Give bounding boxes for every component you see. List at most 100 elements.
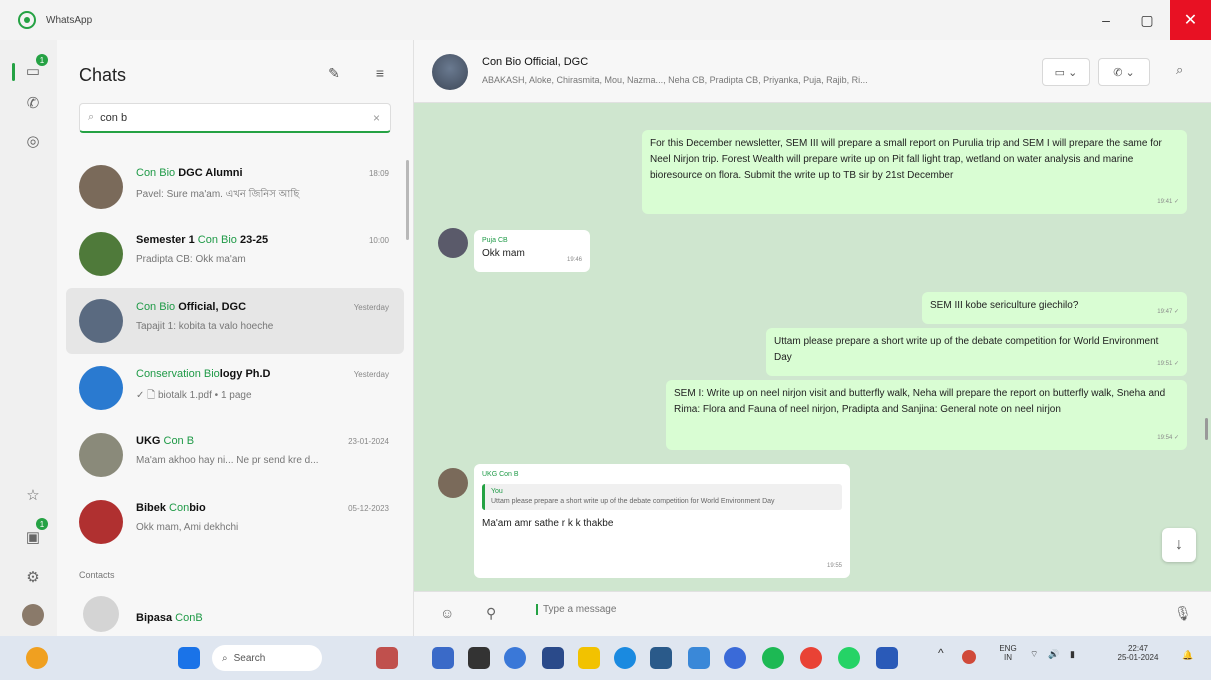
video-call-button[interactable]: ▭ ⌄: [1042, 58, 1090, 86]
message-time: 19:46: [566, 257, 582, 263]
filter-icon[interactable]: ≡: [371, 64, 389, 82]
notification-icon[interactable]: 🔔: [1182, 650, 1193, 661]
volume-icon[interactable]: 🔊: [1048, 649, 1059, 660]
chat-app-icon[interactable]: [504, 647, 526, 669]
avatar: [79, 165, 123, 209]
tray-app-icon[interactable]: [962, 650, 976, 664]
scroll-down-button[interactable]: ↓: [1162, 528, 1196, 562]
quoted-message[interactable]: You Uttam please prepare a short write u…: [482, 484, 842, 510]
chat-item[interactable]: Con Bio DGC Alumni 18:09 Pavel: Sure ma'…: [66, 154, 404, 220]
maximize-button[interactable]: ▢: [1127, 0, 1167, 40]
microphone-icon[interactable]: 🎙: [1174, 605, 1192, 622]
contact-name: Bipasa ConB: [136, 612, 203, 624]
close-button[interactable]: ✕: [1170, 0, 1211, 40]
chat-time: Yesterday: [353, 370, 389, 379]
file-icon[interactable]: [468, 647, 490, 669]
clock[interactable]: 22:47 25-01-2024: [1110, 644, 1166, 662]
calls-icon[interactable]: ✆: [22, 92, 44, 114]
contacts-label: Contacts: [79, 570, 115, 580]
chats-badge: 1: [36, 54, 48, 66]
message-sender: Puja CB: [482, 237, 508, 244]
language-indicator[interactable]: ENG IN: [996, 644, 1020, 662]
message-time: 19:41 ✓: [1157, 199, 1179, 205]
chat-item-selected[interactable]: Con Bio Official, DGC Yesterday Tapajit …: [66, 288, 404, 354]
status-icon[interactable]: ◎: [22, 130, 44, 152]
settings-icon[interactable]: ⚙: [22, 566, 44, 588]
widget-icon[interactable]: [376, 647, 398, 669]
chat-name: Bibek Conbio: [136, 502, 206, 514]
message-time: 19:54 ✓: [1157, 435, 1179, 441]
group-members: ABAKASH, Aloke, Chirasmita, Mou, Nazma..…: [482, 75, 868, 85]
message-input[interactable]: [536, 604, 1136, 615]
chat-preview: Okk mam, Ami dekhchi: [136, 522, 239, 533]
chat-item[interactable]: Bibek Conbio 05-12-2023 Okk mam, Ami dek…: [66, 489, 404, 555]
composer: ☺ ⚲ 🎙: [414, 591, 1211, 636]
group-name[interactable]: Con Bio Official, DGC: [482, 56, 588, 68]
message-text: SEM I: Write up on neel nirjon visit and…: [674, 388, 1166, 415]
starred-icon[interactable]: ☆: [22, 484, 44, 506]
avatar: [79, 433, 123, 477]
message-bubble[interactable]: SEM I: Write up on neel nirjon visit and…: [666, 380, 1187, 450]
chat-list-panel: Chats ✎ ≡ ⌕ × Con Bio DGC Alumni 18:09 P…: [57, 40, 414, 636]
chat-item[interactable]: UKG Con B 23-01-2024 Ma'am akhoo hay ni.…: [66, 422, 404, 488]
word-icon[interactable]: [876, 647, 898, 669]
wifi-icon[interactable]: ⌔: [1030, 649, 1038, 660]
chat-name: UKG Con B: [136, 435, 195, 447]
chat-item[interactable]: Conservation Biology Ph.D Yesterday ✓ 🗋 …: [66, 355, 404, 421]
sender-avatar: [438, 228, 468, 258]
taskbar-search-label: Search: [233, 652, 266, 664]
message-text: Uttam please prepare a short write up of…: [774, 336, 1159, 363]
message-text: For this December newsletter, SEM III wi…: [650, 138, 1162, 181]
quoted-sender: You: [491, 488, 503, 495]
chat-time: Yesterday: [353, 303, 389, 312]
profile-avatar[interactable]: [22, 604, 44, 626]
chrome-icon[interactable]: [800, 647, 822, 669]
chevron-up-icon[interactable]: ^: [938, 646, 944, 660]
chat-list-scrollbar[interactable]: [406, 160, 409, 240]
app-icon[interactable]: [688, 647, 710, 669]
chat-name: Con Bio DGC Alumni: [136, 167, 243, 179]
chat-name: Semester 1 Con Bio 23-25: [136, 234, 269, 246]
avatar: [79, 500, 123, 544]
chat-time: 18:09: [368, 169, 389, 178]
message-bubble[interactable]: SEM III kobe sericulture giechilo? 19:47…: [922, 292, 1187, 324]
nav-rail: ▭ 1 ✆ ◎ ☆ ▣ 1 ⚙: [0, 40, 57, 636]
chat-item[interactable]: Semester 1 Con Bio 23-25 10:00 Pradipta …: [66, 221, 404, 287]
search-chat-icon[interactable]: ⌕: [1176, 62, 1183, 78]
chat-time: 05-12-2023: [348, 504, 389, 513]
message-bubble[interactable]: Uttam please prepare a short write up of…: [766, 328, 1187, 376]
chat-header[interactable]: Con Bio Official, DGC ABAKASH, Aloke, Ch…: [414, 40, 1211, 103]
chat-name: Con Bio Official, DGC: [136, 301, 247, 313]
new-chat-icon[interactable]: ✎: [325, 64, 343, 82]
voice-call-button[interactable]: ✆ ⌄: [1098, 58, 1150, 86]
message-bubble[interactable]: Puja CB Okk mam 19:46: [474, 230, 590, 272]
quoted-text: Uttam please prepare a short write up of…: [491, 498, 775, 505]
spotify-icon[interactable]: [762, 647, 784, 669]
title-bar: WhatsApp – ▢ ✕: [0, 0, 1211, 40]
emoji-icon[interactable]: ☺: [440, 605, 454, 621]
battery-icon[interactable]: ▮: [1070, 649, 1075, 660]
contact-item[interactable]: Bipasa ConB: [66, 588, 404, 636]
start-icon[interactable]: [178, 647, 200, 669]
search-icon: ⌕: [222, 652, 228, 664]
search-input[interactable]: [100, 111, 361, 124]
whatsapp-taskbar-icon[interactable]: [838, 647, 860, 669]
app-icon[interactable]: [542, 647, 564, 669]
clear-search-icon[interactable]: ×: [373, 111, 380, 125]
group-avatar[interactable]: [432, 54, 468, 90]
attach-icon[interactable]: ⚲: [486, 605, 496, 622]
app-icon[interactable]: [724, 647, 746, 669]
message-text: SEM III kobe sericulture giechilo?: [930, 300, 1079, 311]
message-bubble[interactable]: UKG Con B You Uttam please prepare a sho…: [474, 464, 850, 578]
avatar: [83, 596, 119, 632]
minimize-button[interactable]: –: [1086, 0, 1126, 40]
taskbar-search[interactable]: ⌕ Search: [212, 645, 322, 671]
message-bubble[interactable]: For this December newsletter, SEM III wi…: [642, 130, 1187, 214]
conversation-scrollbar[interactable]: [1205, 418, 1208, 440]
store-icon[interactable]: [650, 647, 672, 669]
edge-icon[interactable]: [614, 647, 636, 669]
app-icon[interactable]: [432, 647, 454, 669]
weather-icon[interactable]: [26, 647, 48, 669]
file-explorer-icon[interactable]: [578, 647, 600, 669]
app-title: WhatsApp: [46, 14, 93, 26]
